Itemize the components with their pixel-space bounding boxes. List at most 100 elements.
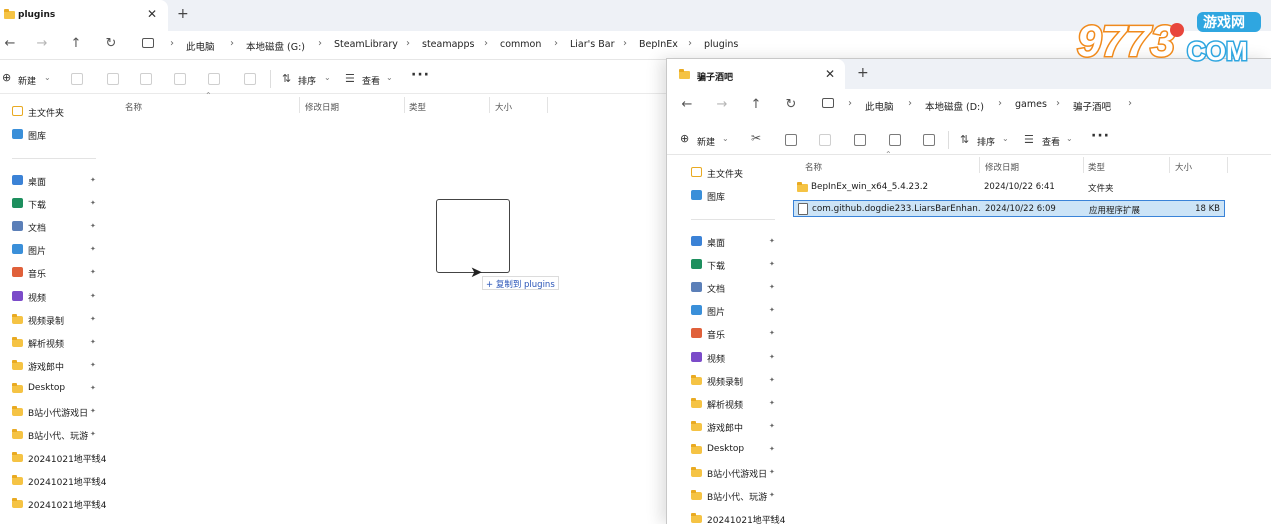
new-tab-icon[interactable]: + [857, 65, 869, 81]
new-icon[interactable]: ⊕ [2, 71, 11, 84]
tab-liars-bar[interactable]: 骗子酒吧 ✕ [667, 59, 845, 89]
sidebar-item[interactable]: Desktop ✦ [691, 439, 791, 461]
pin-icon[interactable]: ✦ [90, 476, 96, 484]
breadcrumb-item[interactable]: common [500, 39, 541, 50]
pin-icon[interactable]: ✦ [90, 430, 96, 438]
breadcrumb-item[interactable]: BepInEx [639, 39, 678, 50]
breadcrumb-item[interactable]: 骗子酒吧 [1073, 99, 1111, 113]
pin-icon[interactable]: ✦ [90, 384, 96, 392]
more-options-icon[interactable]: ··· [411, 67, 430, 83]
new-button[interactable]: 新建 [697, 135, 715, 148]
view-button[interactable]: 查看 [362, 74, 380, 87]
up-icon[interactable]: ↑ [746, 97, 766, 112]
sidebar-item[interactable]: 解析视频 ✦ [691, 393, 791, 415]
copy-icon[interactable] [785, 134, 797, 146]
cut-icon[interactable] [71, 73, 83, 85]
pin-icon[interactable]: ✦ [90, 499, 96, 507]
up-icon[interactable]: ↑ [66, 36, 86, 51]
column-name[interactable]: 名称 [125, 101, 142, 113]
sidebar-item[interactable]: 桌面 ✦ [691, 231, 791, 253]
view-button[interactable]: 查看 [1042, 135, 1060, 148]
sidebar-item[interactable]: 20241021地平线4 ✦ [691, 508, 791, 524]
file-row[interactable]: BepInEx_win_x64_5.4.23.2 2024/10/22 6:41 文… [793, 179, 1225, 196]
sort-button[interactable]: 排序 [977, 135, 995, 148]
sidebar-item[interactable]: 20241021地平线4 ✦ [12, 470, 112, 492]
delete-icon[interactable] [923, 134, 935, 146]
sort-button[interactable]: 排序 [298, 74, 316, 87]
sidebar-item[interactable]: 视频录制 ✦ [12, 309, 112, 331]
breadcrumb-item[interactable]: 此电脑 [186, 39, 215, 53]
view-icon[interactable]: ☰ [1024, 133, 1034, 146]
back-icon[interactable]: ← [677, 97, 697, 112]
pin-icon[interactable]: ✦ [769, 376, 775, 384]
share-icon[interactable] [208, 73, 220, 85]
rename-icon[interactable] [854, 134, 866, 146]
breadcrumb-item[interactable]: 本地磁盘 (G:) [246, 39, 305, 53]
column-type[interactable]: 类型 [409, 101, 426, 113]
breadcrumb-item[interactable]: games [1015, 99, 1047, 110]
column-type[interactable]: 类型 [1088, 161, 1105, 173]
sidebar-item[interactable]: B站小代游戏日 ✦ [691, 462, 791, 484]
pin-icon[interactable]: ✦ [769, 399, 775, 407]
sidebar-item[interactable]: 解析视频 ✦ [12, 332, 112, 354]
breadcrumb-item[interactable]: 本地磁盘 (D:) [925, 99, 984, 113]
sidebar-item[interactable]: 视频 ✦ [12, 286, 112, 308]
pin-icon[interactable]: ✦ [90, 292, 96, 300]
pin-icon[interactable]: ✦ [90, 222, 96, 230]
sidebar-item[interactable]: 图库 [691, 185, 791, 207]
pin-icon[interactable]: ✦ [90, 315, 96, 323]
sidebar-item[interactable]: 图库 [12, 124, 112, 146]
pin-icon[interactable]: ✦ [769, 306, 775, 314]
pin-icon[interactable]: ✦ [769, 422, 775, 430]
pin-icon[interactable]: ✦ [769, 237, 775, 245]
forward-icon[interactable]: → [32, 36, 52, 51]
pin-icon[interactable]: ✦ [90, 176, 96, 184]
pin-icon[interactable]: ✦ [90, 361, 96, 369]
view-icon[interactable]: ☰ [345, 72, 355, 85]
pin-icon[interactable]: ✦ [769, 353, 775, 361]
pin-icon[interactable]: ✦ [769, 283, 775, 291]
column-size[interactable]: 大小 [1175, 161, 1192, 173]
rename-icon[interactable] [174, 73, 186, 85]
refresh-icon[interactable]: ↻ [781, 97, 801, 112]
sidebar-item[interactable]: 主文件夹 [691, 162, 791, 184]
sidebar-item[interactable]: 下载 ✦ [691, 254, 791, 276]
tab-plugins[interactable]: plugins ✕ [0, 0, 168, 31]
more-options-icon[interactable]: ··· [1091, 128, 1110, 144]
pin-icon[interactable]: ✦ [769, 491, 775, 499]
column-size[interactable]: 大小 [495, 101, 512, 113]
pin-icon[interactable]: ✦ [769, 514, 775, 522]
sidebar-item[interactable]: 主文件夹 [12, 101, 112, 123]
sort-icon[interactable]: ⇅ [282, 72, 291, 85]
pin-icon[interactable]: ✦ [90, 245, 96, 253]
pin-icon[interactable]: ✦ [769, 468, 775, 476]
new-button[interactable]: 新建 [18, 74, 36, 87]
pin-icon[interactable]: ✦ [90, 407, 96, 415]
column-name[interactable]: 名称 [805, 161, 822, 173]
new-icon[interactable]: ⊕ [680, 132, 689, 145]
sidebar-item[interactable]: B站小代、玩游 ✦ [12, 424, 112, 446]
sidebar-item[interactable]: 音乐 ✦ [12, 262, 112, 284]
pin-icon[interactable]: ✦ [769, 260, 775, 268]
breadcrumb-item[interactable]: 此电脑 [865, 99, 894, 113]
close-tab-icon[interactable]: ✕ [825, 67, 835, 81]
pin-icon[interactable]: ✦ [769, 445, 775, 453]
sidebar-item[interactable]: 文档 ✦ [691, 277, 791, 299]
pin-icon[interactable]: ✦ [90, 268, 96, 276]
sidebar-item[interactable]: 视频 ✦ [691, 347, 791, 369]
sidebar-item[interactable]: 20241021地平线4 ✦ [12, 447, 112, 469]
sidebar-item[interactable]: 图片 ✦ [691, 300, 791, 322]
share-icon[interactable] [889, 134, 901, 146]
file-row[interactable]: com.github.dogdie233.LiarsBarEnhan... 202… [793, 200, 1225, 217]
sidebar-item[interactable]: 游戏郎中 ✦ [12, 355, 112, 377]
sidebar-item[interactable]: Desktop ✦ [12, 378, 112, 400]
sort-icon[interactable]: ⇅ [960, 133, 969, 146]
breadcrumb-item[interactable]: plugins [704, 39, 738, 50]
copy-icon[interactable] [107, 73, 119, 85]
pin-icon[interactable]: ✦ [769, 329, 775, 337]
back-icon[interactable]: ← [0, 36, 20, 51]
column-modified[interactable]: 修改日期 [305, 101, 339, 113]
breadcrumb-item[interactable]: SteamLibrary [334, 39, 398, 50]
sidebar-item[interactable]: 桌面 ✦ [12, 170, 112, 192]
delete-icon[interactable] [244, 73, 256, 85]
